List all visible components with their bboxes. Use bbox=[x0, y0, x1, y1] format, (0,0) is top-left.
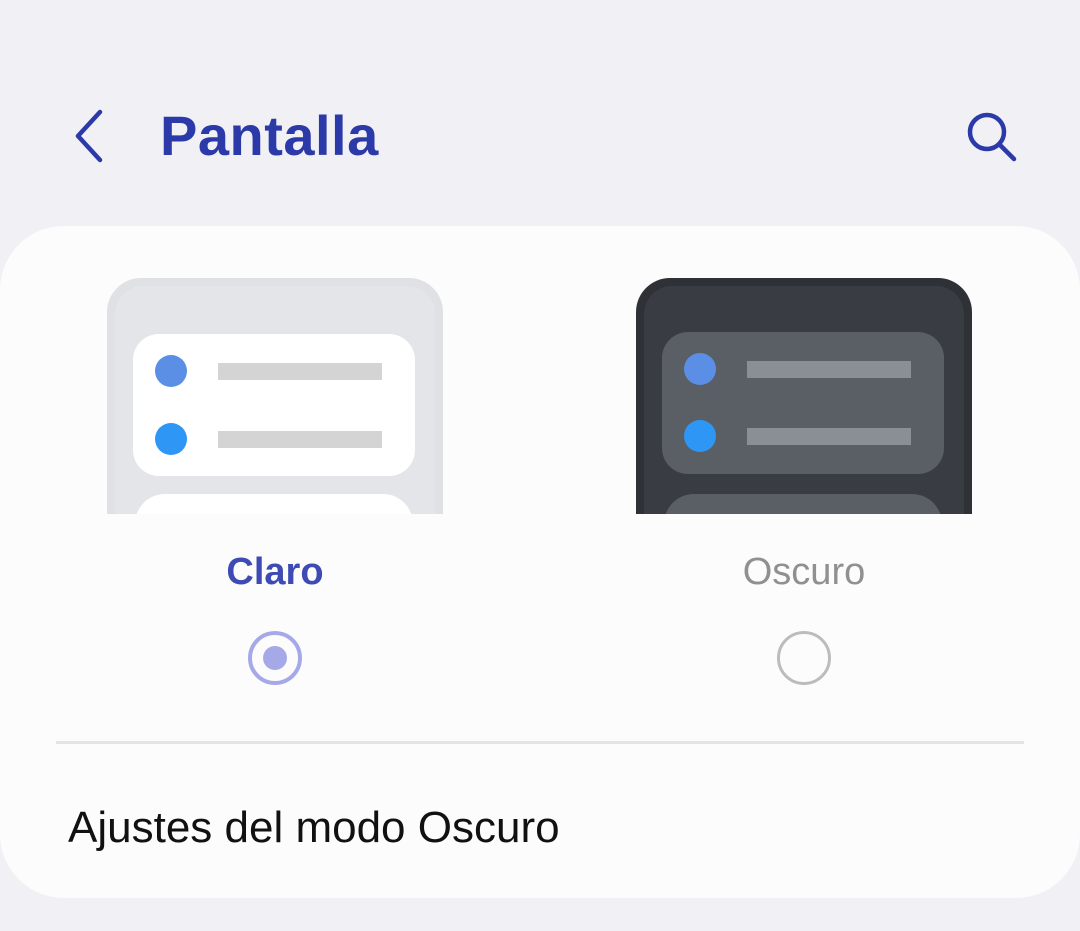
preview-dot bbox=[684, 420, 716, 452]
radio-selected-dot bbox=[263, 646, 287, 670]
preview-dot bbox=[684, 353, 716, 385]
app-bar: Pantalla bbox=[0, 0, 1080, 220]
radio-light[interactable] bbox=[248, 631, 302, 685]
dark-mode-settings-item[interactable]: Ajustes del modo Oscuro bbox=[0, 746, 1080, 896]
preview-line bbox=[747, 361, 911, 378]
search-button[interactable] bbox=[955, 104, 1027, 168]
preview-line bbox=[747, 428, 911, 445]
theme-label-dark: Oscuro bbox=[742, 551, 866, 593]
preview-line bbox=[218, 363, 382, 380]
theme-label-light: Claro bbox=[226, 551, 324, 593]
page-title: Pantalla bbox=[160, 104, 379, 167]
preview-card bbox=[664, 494, 942, 514]
divider bbox=[56, 741, 1024, 744]
theme-option-dark[interactable]: Oscuro bbox=[636, 278, 972, 698]
theme-option-light[interactable]: Claro bbox=[107, 278, 443, 698]
dark-theme-preview bbox=[636, 278, 972, 514]
dark-mode-settings-label: Ajustes del modo Oscuro bbox=[68, 803, 560, 852]
theme-card: Claro Oscuro Ajustes del modo Oscuro bbox=[0, 226, 1080, 898]
back-button[interactable] bbox=[60, 100, 120, 172]
light-theme-preview bbox=[107, 278, 443, 514]
chevron-left-icon bbox=[75, 109, 103, 163]
preview-dot bbox=[155, 423, 187, 455]
preview-dot bbox=[155, 355, 187, 387]
preview-card bbox=[135, 494, 413, 514]
search-icon bbox=[967, 112, 1017, 162]
preview-line bbox=[218, 431, 382, 448]
radio-dark[interactable] bbox=[777, 631, 831, 685]
